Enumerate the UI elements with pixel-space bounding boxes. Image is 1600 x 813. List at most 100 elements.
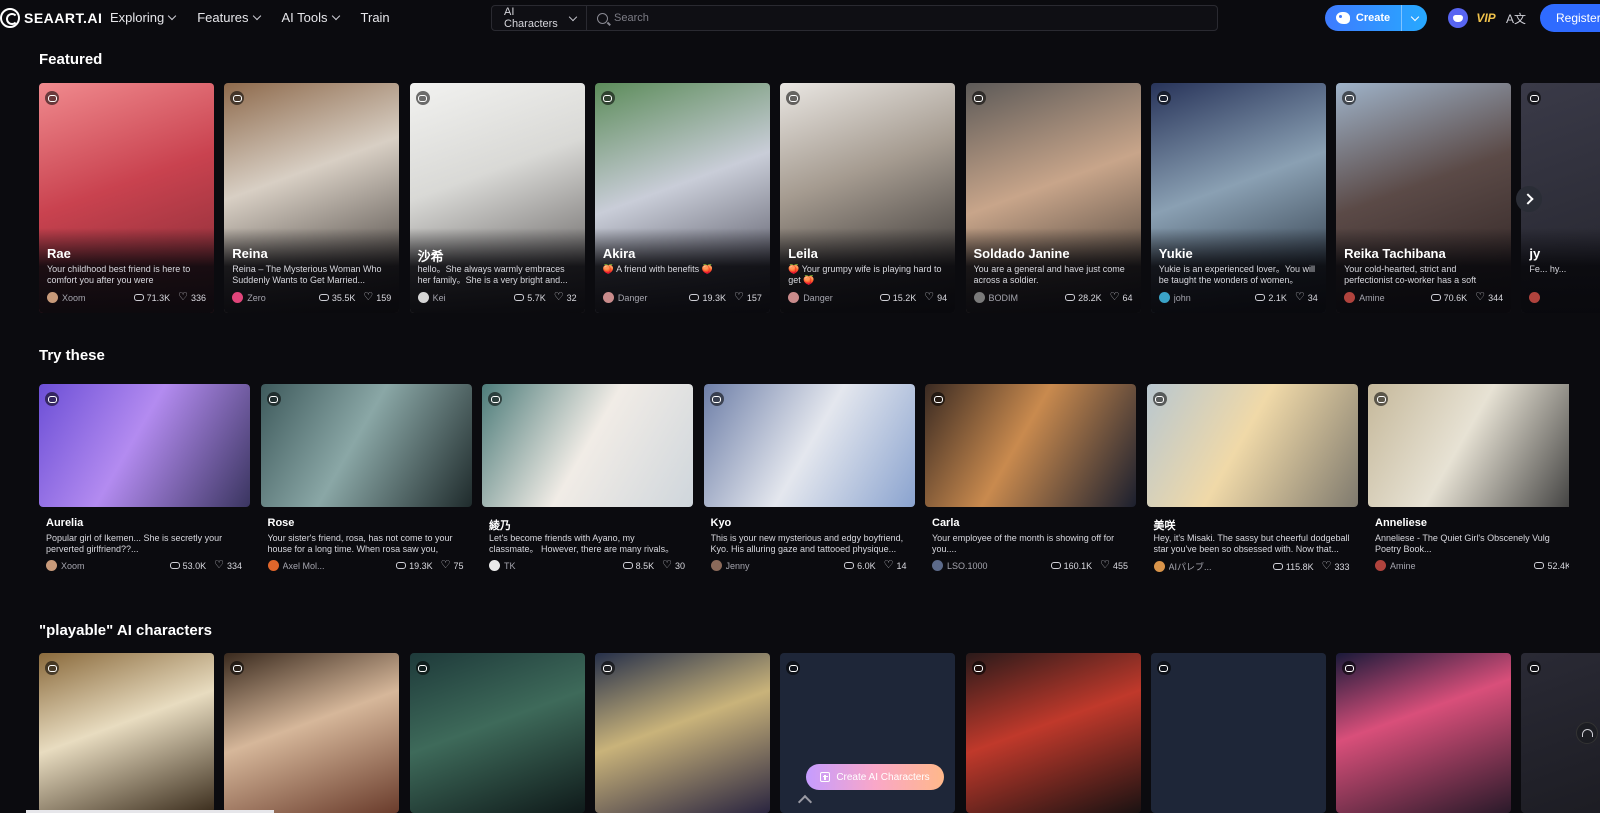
avatar[interactable] [47, 292, 58, 303]
nav-features[interactable]: Features [197, 10, 261, 25]
author-name: Kei [432, 292, 446, 303]
chat-bubble-icon [1050, 562, 1061, 569]
logo[interactable]: SEAART.AI [0, 7, 102, 29]
character-card[interactable] [965, 653, 1141, 813]
chat-count: 115.8K [1272, 562, 1314, 572]
character-card[interactable]: Rae Your childhood best friend is here to… [39, 83, 214, 313]
card-image[interactable] [1150, 653, 1326, 813]
chat-count-value: 52.4K [1547, 560, 1569, 571]
card-image[interactable] [39, 653, 214, 813]
nav-exploring[interactable]: Exploring [110, 10, 177, 25]
chat-badge-icon [415, 661, 430, 675]
card-image[interactable] [925, 384, 1136, 507]
card-image[interactable] [224, 653, 400, 813]
card-image[interactable] [1336, 653, 1512, 813]
character-card[interactable]: 綾乃 Let's become friends with Ayano, my cl… [482, 384, 693, 584]
create-ai-characters-button[interactable]: Create AI Characters [806, 764, 944, 790]
chat-badge-icon [1152, 392, 1167, 406]
heart-icon: ♡ [733, 291, 744, 303]
create-button[interactable]: Create [1325, 5, 1427, 31]
avatar[interactable] [1158, 292, 1170, 303]
character-card[interactable] [224, 653, 400, 813]
avatar[interactable] [710, 560, 722, 571]
character-card[interactable]: Reina Reina – The Mysterious Woman Who Su… [224, 83, 400, 313]
heart-icon: ♡ [883, 559, 894, 571]
character-card[interactable]: 沙希 hello。She always warmly embraces her f… [409, 83, 585, 313]
vip-icon[interactable]: VIP [1476, 8, 1496, 28]
chat-count: 28.2K [1065, 293, 1102, 303]
character-card[interactable]: Akira 🍑 A friend with benefits 🍑 Danger 19.… [594, 83, 770, 313]
character-card[interactable]: Reika Tachibana Your cold-hearted, strict… [1336, 83, 1512, 313]
avatar[interactable] [417, 292, 429, 303]
avatar[interactable] [1344, 292, 1356, 303]
heart-icon: ♡ [924, 291, 935, 303]
card-image[interactable] [594, 653, 770, 813]
avatar[interactable] [1529, 292, 1541, 303]
card-image[interactable] [409, 653, 585, 813]
avatar[interactable] [1153, 561, 1165, 572]
avatar[interactable] [973, 292, 985, 303]
card-image[interactable] [482, 384, 693, 507]
character-card[interactable]: Soldado Janine You are a general and have… [965, 83, 1141, 313]
create-dropdown[interactable] [1401, 5, 1427, 31]
character-card[interactable]: 美咲 Hey, it's Misaki. The sassy but cheerf… [1146, 384, 1358, 584]
chat-count-value: 53.0K [182, 560, 207, 571]
card-image[interactable] [260, 384, 472, 507]
character-card[interactable]: Leila 🍑 Your grumpy wife is playing hard … [780, 83, 956, 313]
avatar[interactable] [267, 560, 279, 571]
character-card[interactable] [1150, 653, 1326, 813]
character-card[interactable]: Rose Your sister's friend, rosa, has not … [260, 384, 472, 584]
next-arrow-icon[interactable] [1516, 186, 1542, 212]
avatar[interactable] [932, 560, 943, 571]
card-image[interactable] [39, 384, 250, 507]
plus-icon [820, 772, 831, 782]
search-input[interactable] [614, 12, 1174, 24]
support-icon[interactable] [1576, 722, 1598, 744]
section-title-playable: "playable" AI characters [39, 622, 212, 639]
card-description: This is your new mysterious and edgy boy… [710, 533, 904, 554]
avatar[interactable] [1375, 560, 1386, 571]
like-count-value: 159 [376, 292, 392, 303]
nav-train[interactable]: Train [361, 10, 390, 25]
card-image[interactable] [1368, 384, 1569, 507]
create-main[interactable]: Create [1325, 12, 1401, 24]
like-count: ♡ 14 [883, 559, 907, 571]
featured-row: Rae Your childhood best friend is here to… [39, 83, 1600, 323]
register-button[interactable]: Register [1540, 4, 1600, 32]
chat-count: 19.3K [689, 293, 726, 303]
search-type-select[interactable]: AI Characters [492, 6, 587, 30]
section-title-try: Try these [39, 347, 105, 364]
search-icon [597, 12, 608, 24]
character-card[interactable]: Anneliese Anneliese - The Quiet Girl's Ob… [1368, 384, 1569, 584]
avatar[interactable] [602, 292, 614, 303]
avatar[interactable] [489, 560, 500, 571]
like-count-value: 334 [226, 560, 242, 571]
nav-ai-tools[interactable]: AI Tools [282, 10, 340, 25]
card-name: Aurelia [46, 517, 84, 529]
character-card[interactable] [594, 653, 770, 813]
author-name: Danger [617, 292, 648, 303]
card-image[interactable] [1146, 384, 1358, 507]
avatar[interactable] [46, 560, 57, 571]
character-card[interactable]: Kyo This is your new mysterious and edgy … [703, 384, 915, 584]
like-count-value: 333 [1334, 561, 1350, 572]
chat-count-value: 71.3K [146, 292, 171, 303]
chat-badge-icon [1342, 91, 1357, 105]
character-card[interactable]: Yukie Yukie is an experienced lover。You w… [1150, 83, 1326, 313]
chat-count-value: 2.1K [1268, 292, 1287, 303]
chat-count-value: 15.2K [892, 292, 917, 303]
character-card[interactable] [409, 653, 585, 813]
discord-icon[interactable] [1448, 8, 1468, 28]
character-card[interactable] [39, 653, 214, 813]
character-card[interactable]: Aurelia Popular girl of Ikemen... She is … [39, 384, 250, 584]
avatar[interactable] [788, 292, 800, 303]
chat-count: 19.3K [396, 561, 433, 571]
translate-icon[interactable]: A文 [1506, 8, 1526, 28]
card-image[interactable] [703, 384, 915, 507]
character-card[interactable] [1336, 653, 1512, 813]
card-image[interactable] [965, 653, 1141, 813]
character-card[interactable]: Carla Your employee of the month is showi… [925, 384, 1136, 584]
card-description: Fe... hy... [1529, 264, 1567, 274]
avatar[interactable] [232, 292, 244, 303]
like-count: ♡ 34 [1295, 292, 1318, 303]
